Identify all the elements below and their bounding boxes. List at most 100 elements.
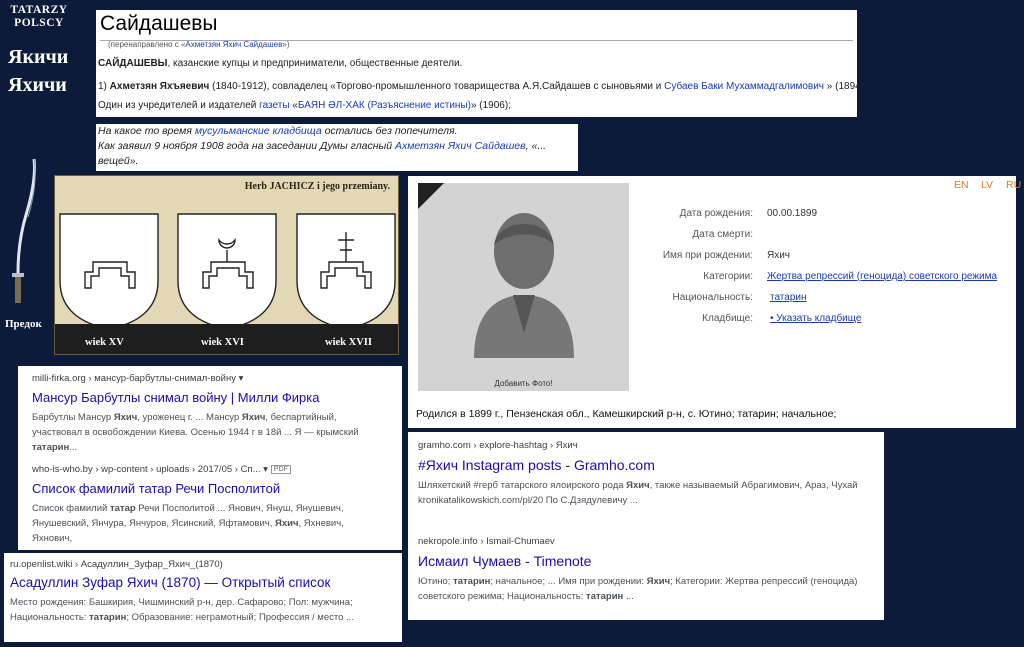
quote-line-1-b: остались без попечителя. [321,125,458,137]
snip: ... [623,591,634,602]
result-2-title[interactable]: Список фамилий татар Речи Посполитой [32,481,382,496]
result-2-cite[interactable]: who-is-who.by › wp-content › uploads › 2… [32,464,268,475]
name-heading-1: Якичи [8,46,69,68]
search-results-left: milli-firka.org › мансур-барбутлы-снимал… [18,366,402,550]
brand-line-1: TATARZY [10,4,68,16]
result-5: nekropole.info › Ismail-Chumaev Исмаил Ч… [418,536,873,604]
herb-label-17: wiek XVII [325,337,372,348]
result-4-cite[interactable]: gramho.com › explore-hashtag › Яхич [418,440,873,451]
snip: , уроженец г. ... Мансур [137,412,242,423]
article-line-1-text: , казанские купцы и предприниматели, общ… [167,58,463,69]
result-2: who-is-who.by › wp-content › uploads › 2… [32,464,382,546]
snip-bold: татарин [453,576,491,587]
result-1-cite[interactable]: milli-firka.org › мансур-барбутлы-снимал… [32,373,382,384]
snip-bold: Яхич [241,412,266,423]
article-line-2-end: » (1894). [824,81,867,92]
person-name: Ахметзян Яхъяевич [109,81,210,92]
cemetery-link[interactable]: • Указать кладбище [770,313,861,324]
saidashev-article-card: Сайдашевы (перенаправлено с «Ахметзян Ях… [96,10,867,117]
search-results-right: gramho.com › explore-hashtag › Яхич #Яхи… [408,432,884,620]
article-title: Сайдашевы [100,12,218,35]
result-1-snippet: Барбутлы Мансур Яхич, уроженец г. ... Ма… [32,410,382,455]
lang-lv[interactable]: LV [981,179,993,191]
cemeteries-link[interactable]: мусульманские кладбища [195,125,322,137]
result-5-title[interactable]: Исмаил Чумаев - Timenote [418,553,873,569]
article-line-3: Один из учредителей и издателей газеты «… [98,100,511,111]
result-1: milli-firka.org › мансур-барбутлы-снимал… [32,373,382,455]
result-4-title[interactable]: #Яхич Instagram posts - Gramho.com [418,457,873,473]
result-3-cite[interactable]: ru.openlist.wiki › Асадуллин_Зуфар_Яхич_… [10,559,395,570]
ancestor-label: Предок [5,318,42,330]
snip: ... [69,442,78,453]
birth-date-key: Дата рождения: [679,208,753,219]
redirect-prefix: (перенаправлено с « [108,40,186,49]
snip-bold: Яхич [275,518,299,529]
snip-bold: татарин [32,442,70,453]
article-line-1: САЙДАШЕВЫ, казанские купцы и предпринима… [98,58,462,69]
quote-line-1: На какое то время мусульманские кладбища… [98,124,576,139]
timenote-profile-card: Добавить Фото! EN LV RU Дата рождения: 0… [408,176,1021,428]
result-2-snippet: Список фамилий татар Речи Посполитой ...… [32,501,382,546]
brand-line-2: POLSCY [14,17,64,29]
snip: ; Образование: неграмотный; Профессия / … [126,612,354,623]
snip: Список фамилий [32,503,110,514]
result-5-snippet: Ютино; татарин; начальное; ... Имя при р… [418,574,873,604]
redirect-suffix: ») [282,40,290,49]
quote-line-3: вещей». [98,155,139,167]
snip-bold: Яхич [626,480,650,491]
lang-en[interactable]: EN [954,179,969,191]
quote-line-2-b: , «... [525,140,547,152]
coat-of-arms-image: Herb JACHICZ i jego przemiany. wiek XV w… [54,175,399,355]
redirect-link[interactable]: Ахметзян Яхич Сайдашев [185,40,282,49]
result-2-cite-row: who-is-who.by › wp-content › uploads › 2… [32,464,382,475]
article-line-2: 1) Ахметзян Яхъяевич (1840-1912), совлад… [98,81,867,92]
subaev-link[interactable]: Субаев Баки Мухаммадгалимович [664,81,824,92]
add-photo-label[interactable]: Добавить Фото! [418,379,629,388]
cemetery-key: Кладбище: [702,313,753,324]
birth-name-value: Яхич [767,250,791,261]
snip: Шляхетский #герб татарского ялоирского р… [418,480,627,491]
snip: Барбутлы Мансур [32,412,114,423]
result-5-cite[interactable]: nekropole.info › Ismail-Chumaev [418,536,873,547]
snip-bold: татарин [89,612,127,623]
herb-label-16: wiek XVI [201,337,244,348]
snip-bold: татар [109,503,136,514]
result-3-snippet: Место рождения: Башкирия, Чишминский р-н… [10,595,395,625]
categories-key: Категории: [703,271,753,282]
nationality-link[interactable]: татарин [770,292,807,303]
result-4-snippet: Шляхетский #герб татарского ялоирского р… [418,478,873,508]
nationality-key: Национальность: [672,292,753,303]
lang-ru[interactable]: RU [1006,179,1021,191]
result-1-title[interactable]: Мансур Барбутлы снимал войну | Милли Фир… [32,390,382,405]
result-4: gramho.com › explore-hashtag › Яхич #Яхи… [418,440,873,508]
article-line-3-end: » (1906); [470,100,511,111]
herb-title: Herb JACHICZ i jego przemiany. [244,181,390,192]
saidashev-link[interactable]: Ахметзян Яхич Сайдашев [395,140,526,152]
saber-icon [12,158,36,303]
snip-bold: Яхич [113,412,138,423]
article-line-2-num: 1) [98,81,110,92]
article-line-2-text: (1840-1912), совладелец «Торгово-промышл… [209,81,665,92]
snip-bold: татарин [586,591,624,602]
birth-summary: Родился в 1899 г., Пензенская обл., Каме… [416,408,837,420]
brand-label: TATARZY POLSCY [4,4,74,30]
name-heading-2: Яхичи [8,74,67,96]
bayan-link[interactable]: БАЯН ӘЛ-ХАК (Разъяснение истины) [298,100,471,111]
birth-name-key: Имя при рождении: [662,250,753,261]
quote-line-1-a: На какое то время [98,125,195,137]
snip: Ютино; [418,576,454,587]
death-date-key: Дата смерти: [692,229,753,240]
quote-line-2-a: Как заявил 9 ноября 1908 года на заседан… [98,140,395,152]
article-term: САЙДАШЕВЫ [98,58,168,69]
categories-link[interactable]: Жертва репрессий (геноцида) советского р… [767,271,997,282]
snip: ; начальное; ... Имя при рождении: [490,576,647,587]
redirect-note: (перенаправлено с «Ахметзян Яхич Сайдаше… [108,40,290,49]
article-line-3-text: Один из учредителей и издателей [98,100,260,111]
quote-line-2: Как заявил 9 ноября 1908 года на заседан… [98,139,576,154]
birth-date-value: 00.00.1899 [767,208,818,219]
newspaper-link[interactable]: газеты [259,100,289,111]
result-3: ru.openlist.wiki › Асадуллин_Зуфар_Яхич_… [10,559,395,625]
result-3-title[interactable]: Асадуллин Зуфар Яхич (1870) — Открытый с… [10,575,395,590]
pdf-badge: PDF [270,465,291,474]
search-result-openlist: ru.openlist.wiki › Асадуллин_Зуфар_Яхич_… [4,553,402,642]
